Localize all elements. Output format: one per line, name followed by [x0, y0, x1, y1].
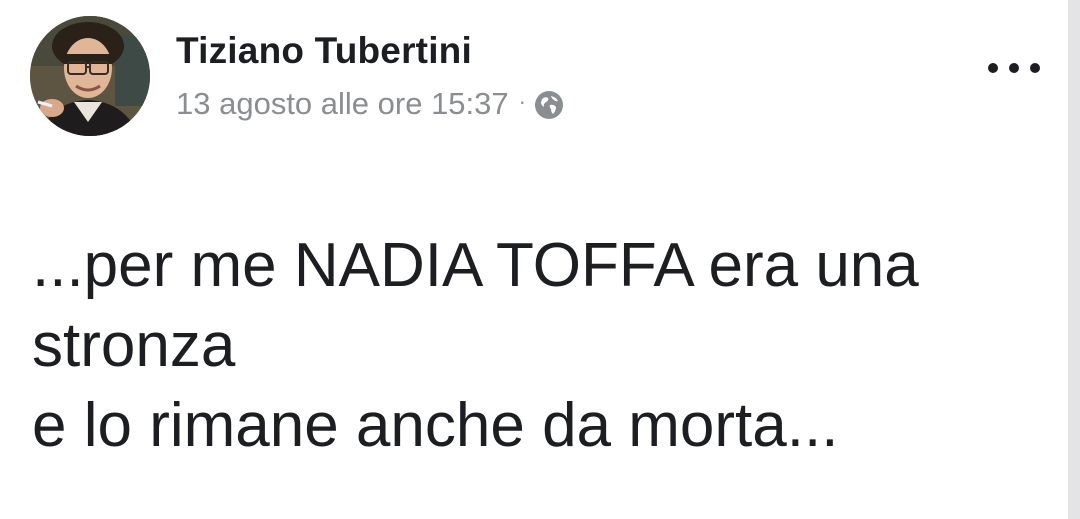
globe-icon[interactable] [534, 90, 564, 120]
more-dot [988, 63, 998, 73]
meta-separator: · [518, 89, 526, 114]
more-dot [1009, 63, 1019, 73]
more-options-button[interactable] [988, 58, 1040, 78]
author-name[interactable]: Tiziano Tubertini [176, 30, 472, 72]
post-meta: 13 agosto alle ore 15:37 · [176, 86, 564, 122]
facebook-post: Tiziano Tubertini 13 agosto alle ore 15:… [0, 0, 1068, 519]
post-text-line: stronza [32, 311, 236, 380]
author-avatar[interactable] [30, 16, 150, 136]
more-dot [1030, 63, 1040, 73]
avatar-photo [30, 16, 150, 136]
scrollbar-track [1068, 0, 1080, 519]
post-text-line: ...per me NADIA TOFFA era una [32, 231, 919, 300]
post-text: ...per me NADIA TOFFA era una stronza e … [32, 226, 1052, 466]
post-text-line: e lo rimane anche da morta... [32, 391, 839, 460]
post-timestamp[interactable]: 13 agosto alle ore 15:37 [176, 86, 509, 122]
